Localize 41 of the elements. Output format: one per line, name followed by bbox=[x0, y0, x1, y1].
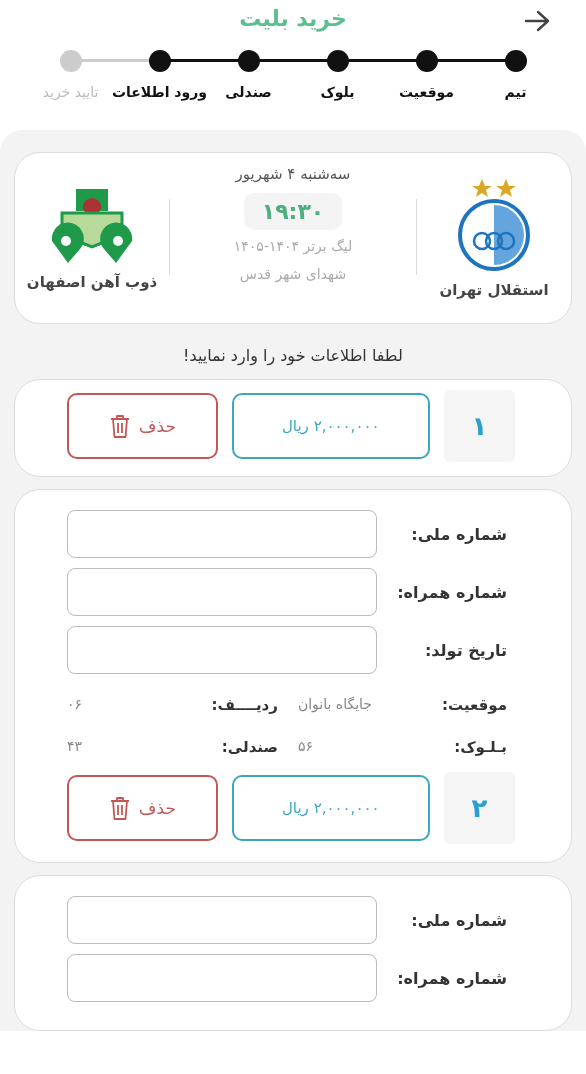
delete-button[interactable]: حذف bbox=[67, 393, 218, 459]
field-label: شماره ملی: bbox=[410, 910, 507, 930]
home-team-name: استقلال تهران bbox=[439, 281, 549, 299]
step-label: تیم bbox=[504, 84, 527, 100]
ticket-number: ۱ bbox=[443, 390, 515, 462]
input-field[interactable] bbox=[67, 954, 377, 1002]
ticket-number: ۲ bbox=[443, 772, 515, 844]
away-team-name: ذوب آهن اصفهان bbox=[26, 273, 158, 291]
info-label: صندلی: bbox=[220, 738, 278, 756]
info-label: ردیــــف: bbox=[210, 696, 278, 714]
field-label: تاریخ تولد: bbox=[423, 640, 507, 660]
step-label: صندلی bbox=[225, 84, 272, 100]
info-value: ۰۶ bbox=[67, 696, 84, 714]
back-arrow-icon[interactable] bbox=[524, 10, 550, 32]
trash-icon bbox=[108, 413, 131, 439]
step-label: بلوک bbox=[320, 84, 355, 100]
step-label: ورود اطلاعات bbox=[112, 84, 207, 100]
info-value: ۴۳ bbox=[67, 738, 84, 756]
input-field[interactable] bbox=[67, 568, 377, 616]
info-label: موقعیت: bbox=[441, 696, 507, 714]
field-label: شماره همراه: bbox=[396, 582, 507, 602]
delete-button[interactable]: حذف bbox=[67, 775, 218, 841]
info-label: بـلـوک: bbox=[453, 738, 507, 756]
instruction-text: لطفا اطلاعات خود را وارد نمایید! bbox=[182, 346, 404, 365]
input-field[interactable] bbox=[67, 626, 377, 674]
match-date: سه‌شنبه ۴ شهریور bbox=[235, 165, 351, 183]
step-label: تایید خرید bbox=[42, 84, 99, 100]
input-field[interactable] bbox=[67, 510, 377, 558]
price-button[interactable]: ۲,۰۰۰,۰۰۰ ریال bbox=[231, 393, 430, 459]
info-value: ۵۶ bbox=[296, 738, 314, 756]
field-label: شماره ملی: bbox=[410, 524, 507, 544]
stadium-name: شهدای شهر قدس bbox=[239, 266, 347, 282]
price-button[interactable]: ۲,۰۰۰,۰۰۰ ریال bbox=[231, 775, 430, 841]
input-field[interactable] bbox=[67, 896, 377, 944]
league-name: لیگ برتر ۱۴۰۴-۱۴۰۵ bbox=[233, 238, 353, 254]
info-value: جایگاه بانوان bbox=[296, 696, 373, 714]
field-label: شماره همراه: bbox=[396, 968, 507, 988]
trash-icon bbox=[108, 795, 131, 821]
page-title: خرید بلیت bbox=[239, 5, 347, 31]
match-time: ۱۹:۳۰ bbox=[243, 193, 343, 230]
step-label: موقعیت bbox=[398, 84, 455, 100]
